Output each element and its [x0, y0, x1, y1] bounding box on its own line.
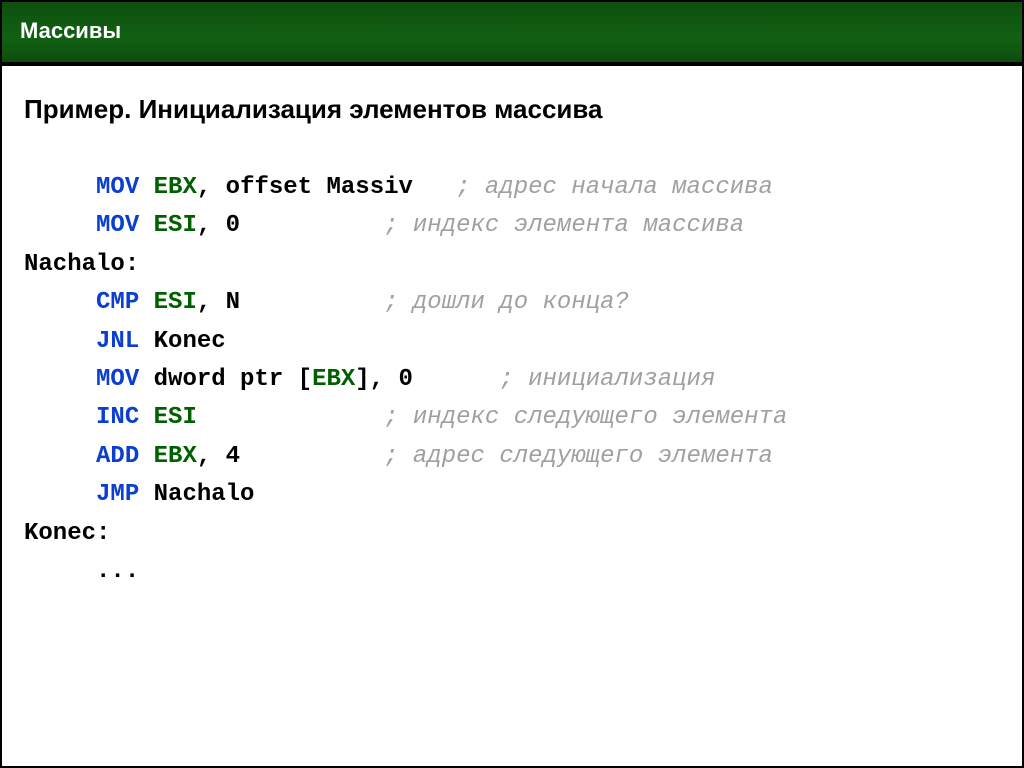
slide-header: Массивы: [2, 2, 1022, 66]
code-line: MOV ESI, 0 ; индекс элемента массива: [24, 212, 744, 239]
code-line: MOV dword ptr [EBX], 0 ; инициализация: [24, 366, 715, 393]
code-line: ...: [24, 558, 139, 585]
code-line: CMP ESI, N ; дошли до конца?: [24, 289, 629, 316]
code-line: Konec:: [24, 520, 110, 547]
code-line: JMP Nachalo: [24, 481, 254, 508]
slide-subtitle: Пример. Инициализация элементов массива: [24, 94, 1000, 125]
code-block: MOV EBX, offset Massiv ; адрес начала ма…: [24, 169, 1000, 591]
code-line: Nachalo:: [24, 251, 139, 278]
slide: Массивы Пример. Инициализация элементов …: [0, 0, 1024, 768]
slide-title: Массивы: [20, 18, 121, 43]
code-line: MOV EBX, offset Massiv ; адрес начала ма…: [24, 174, 773, 201]
code-line: INC ESI ; индекс следующего элемента: [24, 404, 787, 431]
code-line: JNL Konec: [24, 328, 226, 355]
slide-content: Пример. Инициализация элементов массива …: [2, 66, 1022, 766]
code-line: ADD EBX, 4 ; адрес следующего элемента: [24, 443, 773, 470]
